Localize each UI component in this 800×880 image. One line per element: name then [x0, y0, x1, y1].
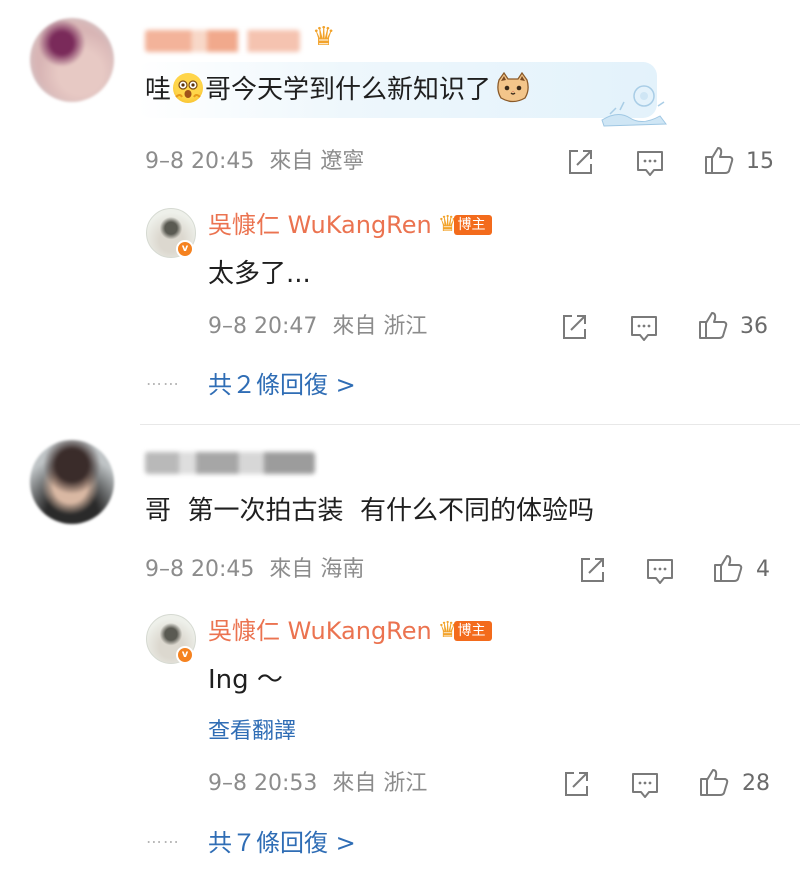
reply-text: 太多了...	[208, 259, 311, 289]
host-badge: ♛ 博主	[438, 618, 492, 644]
verified-badge-icon: v	[176, 646, 194, 664]
comment-text-part: 哥今天学到什么新知识了	[205, 75, 492, 105]
comment-time: 9–8 20:45	[145, 149, 255, 174]
crown-icon: ♛	[312, 22, 336, 52]
reply-location: 來自 浙江	[332, 771, 428, 796]
comment-text: 哥 第一次拍古装 有什么不同的体验吗	[145, 496, 595, 526]
comment-location: 來自 遼寧	[269, 149, 365, 174]
like-icon[interactable]	[712, 552, 744, 584]
like-icon[interactable]	[703, 144, 735, 176]
like-icon[interactable]	[697, 309, 729, 341]
comment-icon[interactable]	[629, 769, 661, 801]
like-count: 28	[742, 771, 770, 796]
reply-author-name[interactable]: 吳慷仁 WuKangRen	[208, 210, 432, 240]
verified-badge-icon: v	[176, 240, 194, 258]
host-badge-label: 博主	[453, 215, 492, 235]
comment-divider	[140, 424, 800, 425]
comment-text: 哇 哥今天学到什么新知识了	[145, 72, 531, 107]
more-replies-dots: ⋯⋯	[146, 374, 180, 393]
reply-location: 來自 浙江	[332, 314, 428, 339]
host-badge: ♛ 博主	[438, 212, 492, 238]
commenter-name[interactable]	[145, 30, 300, 52]
view-more-replies-link[interactable]: 共２條回復 >	[208, 370, 356, 400]
comment-icon[interactable]	[634, 147, 666, 179]
surprised-face-emoji-icon	[173, 73, 204, 103]
comment-location: 來自 海南	[269, 557, 365, 582]
reply-author-name[interactable]: 吳慷仁 WuKangRen	[208, 616, 432, 646]
host-badge-label: 博主	[453, 621, 492, 641]
reply-time: 9–8 20:53	[208, 771, 318, 796]
comment-icon[interactable]	[644, 555, 676, 587]
view-translation-link[interactable]: 查看翻譯	[208, 718, 296, 746]
comment-icon[interactable]	[628, 312, 660, 344]
comment-meta: 9–8 20:45 來自 遼寧	[145, 148, 364, 176]
share-icon[interactable]	[558, 311, 590, 343]
comment-text-part: 哇	[145, 75, 172, 105]
like-count: 4	[756, 557, 770, 582]
bubble-decoration-icon	[601, 85, 667, 127]
more-replies-dots: ⋯⋯	[146, 832, 180, 851]
share-icon[interactable]	[576, 554, 608, 586]
commenter-name[interactable]	[145, 452, 315, 474]
comment-time: 9–8 20:45	[145, 557, 255, 582]
like-count: 36	[740, 314, 768, 339]
reply-author-row: 吳慷仁 WuKangRen ♛ 博主	[208, 210, 492, 240]
share-icon[interactable]	[564, 146, 596, 178]
cat-emoji-icon	[497, 72, 529, 103]
reply-meta: 9–8 20:47 來自 浙江	[208, 313, 427, 341]
reply-time: 9–8 20:47	[208, 314, 318, 339]
commenter-avatar[interactable]	[30, 440, 114, 524]
like-icon[interactable]	[698, 766, 730, 798]
reply-author-row: 吳慷仁 WuKangRen ♛ 博主	[208, 616, 492, 646]
reply-text: Ing ～	[208, 665, 283, 695]
commenter-avatar[interactable]	[30, 18, 114, 102]
reply-meta: 9–8 20:53 來自 浙江	[208, 770, 427, 798]
share-icon[interactable]	[560, 768, 592, 800]
comment-meta: 9–8 20:45 來自 海南	[145, 556, 364, 584]
view-more-replies-link[interactable]: 共７條回復 >	[208, 828, 356, 858]
like-count: 15	[746, 149, 774, 174]
